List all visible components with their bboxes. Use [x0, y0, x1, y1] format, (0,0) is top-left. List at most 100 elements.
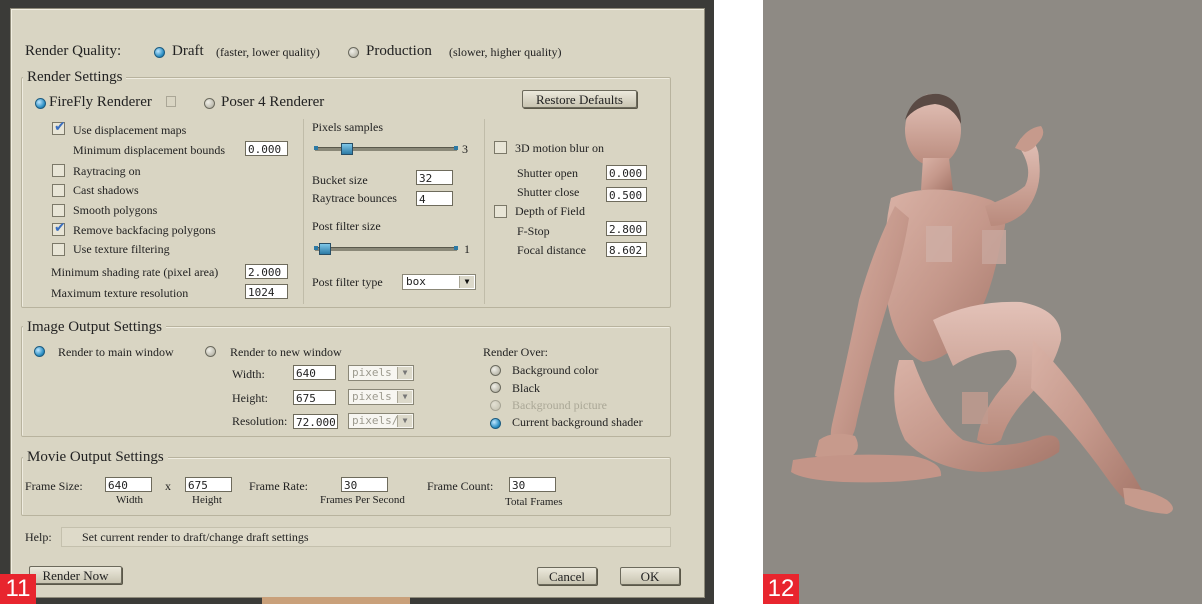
height-unit-select[interactable]: pixels ▼ [348, 389, 414, 405]
focal-distance-label: Focal distance [517, 243, 586, 257]
resolution-unit-select[interactable]: pixels/ ▼ [348, 413, 414, 429]
render-main-window-radio[interactable] [34, 346, 45, 357]
width-label: Width: [232, 367, 265, 381]
pixel-samples-label: Pixels samples [312, 120, 383, 134]
total-frames-caption: Total Frames [505, 496, 563, 508]
motion-blur-label: 3D motion blur on [515, 141, 604, 155]
smooth-polygons-checkbox[interactable] [52, 204, 65, 217]
width-unit-select[interactable]: pixels ▼ [348, 365, 414, 381]
focal-distance-field[interactable]: 8.602 [606, 242, 647, 257]
resolution-label: Resolution: [232, 414, 288, 428]
pixel-samples-track[interactable] [315, 147, 457, 151]
firefly-radio[interactable] [35, 98, 46, 109]
fstop-label: F-Stop [517, 224, 550, 238]
shutter-open-label: Shutter open [517, 166, 578, 180]
raytracing-label: Raytracing on [73, 164, 141, 178]
bucket-size-field[interactable]: 32 [416, 170, 453, 185]
black-label: Black [512, 381, 540, 395]
pixel-samples-max: 3 [462, 142, 468, 156]
bg-shader-label: Current background shader [512, 415, 643, 429]
min-shading-label: Minimum shading rate (pixel area) [51, 265, 219, 279]
render-viewport: 12 [763, 0, 1202, 604]
depth-of-field-label: Depth of Field [515, 204, 585, 218]
help-box: Set current render to draft/change draft… [61, 527, 671, 547]
bucket-size-label: Bucket size [312, 173, 368, 187]
post-filter-size-max: 1 [464, 242, 470, 256]
pixel-samples-thumb[interactable] [341, 143, 353, 155]
shutter-close-label: Shutter close [517, 185, 580, 199]
min-shading-field[interactable]: 2.000 [245, 264, 288, 279]
render-over-label: Render Over: [483, 345, 548, 359]
restore-defaults-button[interactable]: Restore Defaults [522, 90, 637, 108]
slider-end-right [454, 246, 458, 250]
max-texture-field[interactable]: 1024 [245, 284, 288, 299]
render-new-window-radio[interactable] [205, 346, 216, 357]
frame-rate-label: Frame Rate: [249, 479, 308, 493]
poser4-label: Poser 4 Renderer [221, 94, 325, 110]
post-filter-type-value: box [406, 275, 426, 288]
depth-of-field-checkbox[interactable] [494, 205, 507, 218]
render-main-window-label: Render to main window [58, 345, 174, 359]
post-filter-type-label: Post filter type [312, 275, 383, 289]
post-filter-type-select[interactable]: box ▼ [402, 274, 476, 290]
width-unit-value: pixels [352, 366, 392, 379]
shutter-close-field[interactable]: 0.500 [606, 187, 647, 202]
frame-height-field[interactable]: 675 [185, 477, 232, 492]
min-disp-bounds-label: Minimum displacement bounds [73, 143, 225, 157]
min-disp-bounds-field[interactable]: 0.000 [245, 141, 288, 156]
raytrace-bounces-field[interactable]: 4 [416, 191, 453, 206]
cast-shadows-label: Cast shadows [73, 183, 139, 197]
post-filter-size-thumb[interactable] [319, 243, 331, 255]
column-divider [484, 119, 485, 304]
post-filter-size-track[interactable] [315, 247, 457, 251]
slider-end-right [454, 146, 458, 150]
bg-picture-label: Background picture [512, 398, 607, 412]
dropdown-arrow-icon: ▼ [397, 415, 412, 427]
figure-number-badge: 11 [0, 574, 36, 604]
bg-color-radio[interactable] [490, 365, 501, 376]
column-divider [303, 119, 304, 304]
shutter-open-field[interactable]: 0.000 [606, 165, 647, 180]
render-now-button[interactable]: Render Now [29, 566, 122, 584]
frame-count-field[interactable]: 30 [509, 477, 556, 492]
frame-count-label: Frame Count: [427, 479, 494, 493]
raytracing-checkbox[interactable] [52, 164, 65, 177]
cast-shadows-checkbox[interactable] [52, 184, 65, 197]
frame-width-field[interactable]: 640 [105, 477, 152, 492]
bg-picture-radio[interactable] [490, 400, 501, 411]
bg-color-label: Background color [512, 363, 599, 377]
help-text: Set current render to draft/change draft… [82, 530, 309, 544]
help-label: Help: [25, 530, 52, 544]
render-settings-title: Render Settings [23, 69, 127, 86]
motion-blur-checkbox[interactable] [494, 141, 507, 154]
resolution-field[interactable]: 72.000 [293, 414, 338, 429]
draft-note: (faster, lower quality) [216, 45, 320, 59]
width-field[interactable]: 640 [293, 365, 336, 380]
draft-radio[interactable] [154, 47, 165, 58]
render-new-window-label: Render to new window [230, 345, 342, 359]
fps-caption: Frames Per Second [320, 494, 405, 506]
firefly-option-box [166, 96, 176, 107]
black-radio[interactable] [490, 382, 501, 393]
ok-button[interactable]: OK [620, 567, 680, 585]
max-texture-label: Maximum texture resolution [51, 286, 189, 300]
poser4-radio[interactable] [204, 98, 215, 109]
remove-backfacing-label: Remove backfacing polygons [73, 223, 216, 237]
frame-rate-field[interactable]: 30 [341, 477, 388, 492]
height-field[interactable]: 675 [293, 390, 336, 405]
dropdown-arrow-icon: ▼ [459, 276, 474, 288]
use-displacement-checkbox[interactable]: ✔ [52, 119, 66, 135]
bg-shader-radio[interactable] [490, 418, 501, 429]
production-radio[interactable] [348, 47, 359, 58]
fstop-field[interactable]: 2.800 [606, 221, 647, 236]
height-label: Height: [232, 391, 268, 405]
texture-filtering-checkbox[interactable] [52, 243, 65, 256]
dropdown-arrow-icon: ▼ [397, 391, 412, 403]
cancel-button[interactable]: Cancel [537, 567, 597, 585]
render-quality-label: Render Quality: [25, 43, 122, 59]
smooth-polygons-label: Smooth polygons [73, 203, 158, 217]
render-settings-dialog: Render Quality: Draft (faster, lower qua… [0, 0, 714, 604]
slider-end-left [314, 246, 318, 250]
image-output-title: Image Output Settings [23, 319, 166, 336]
remove-backfacing-checkbox[interactable]: ✔ [52, 220, 66, 236]
